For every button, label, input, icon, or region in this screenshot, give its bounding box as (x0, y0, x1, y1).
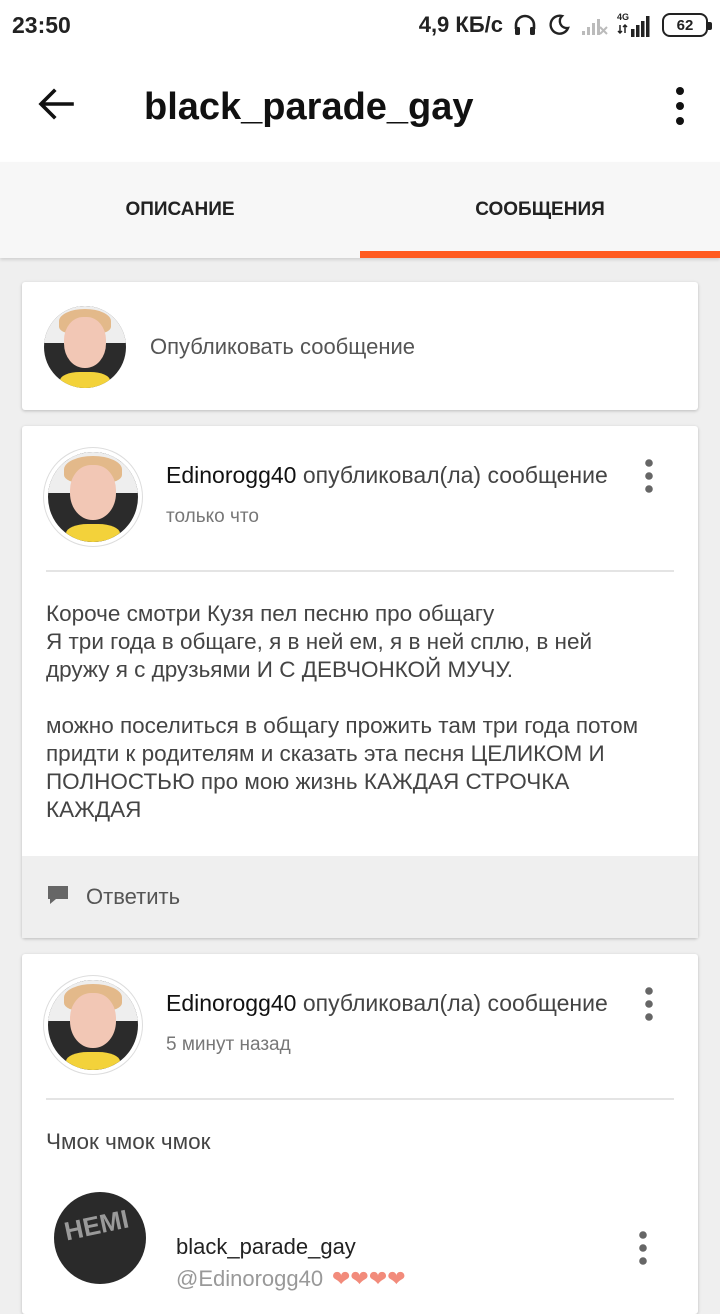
status-icons: 4,9 КБ/с 4G 62 (418, 10, 712, 40)
app-bar: black_parade_gay (0, 50, 720, 162)
reply-author[interactable]: black_parade_gay (176, 1234, 356, 1260)
tab-bar: ОПИСАНИЕ СООБЩЕНИЯ (0, 162, 720, 258)
post-body: Короче смотри Кузя пел песню про общагу … (46, 601, 639, 822)
avatar[interactable] (44, 976, 142, 1074)
post-menu-icon[interactable] (644, 986, 654, 1022)
svg-text:4G: 4G (617, 12, 629, 22)
reply-menu-icon[interactable] (638, 1230, 648, 1266)
moon-icon (549, 14, 570, 35)
more-options-icon[interactable] (674, 86, 686, 126)
publish-message-prompt[interactable]: Опубликовать сообщение (150, 334, 415, 360)
post-body: Чмок чмок чмок (46, 1129, 211, 1154)
post-timestamp: 5 минут назад (166, 1034, 291, 1055)
page-title: black_parade_gay (144, 86, 474, 128)
headphones-icon (514, 14, 536, 35)
wifi-signal-off-icon (582, 19, 608, 35)
reply-label: Ответить (86, 884, 181, 909)
heart-emojis: ❤❤❤❤ (332, 1266, 406, 1291)
status-time: 23:50 (12, 12, 71, 38)
reply-mention[interactable]: @Edinorogg40 (176, 1266, 323, 1292)
comment-icon (48, 886, 68, 904)
tab-description[interactable]: ОПИСАНИЕ (0, 162, 360, 258)
net-speed: 4,9 КБ/с (418, 12, 503, 37)
post-author-line: Edinorogg40 опубликовал(ла) сообщение (166, 462, 608, 489)
post-menu-icon[interactable] (644, 458, 654, 494)
post-timestamp: только что (166, 506, 259, 527)
tab-messages[interactable]: СООБЩЕНИЯ (360, 162, 720, 258)
avatar (44, 306, 126, 388)
avatar-artwork: HEMI (61, 1203, 132, 1247)
divider (46, 1098, 674, 1100)
post-action: опубликовал(ла) сообщение (302, 990, 608, 1016)
reply-avatar[interactable]: HEMI (54, 1192, 146, 1284)
post-action: опубликовал(ла) сообщение (302, 462, 608, 488)
post-author[interactable]: Edinorogg40 (166, 990, 296, 1016)
message-post: Edinorogg40 опубликовал(ла) сообщение то… (22, 426, 698, 938)
status-bar: 23:50 4,9 КБ/с 4G 62 (0, 0, 720, 50)
publish-message-card[interactable]: Опубликовать сообщение (22, 282, 698, 410)
message-post: Edinorogg40 опубликовал(ла) сообщение 5 … (22, 954, 698, 1314)
avatar[interactable] (44, 448, 142, 546)
back-arrow-icon[interactable] (34, 82, 78, 126)
cell-signal-icon: 4G (617, 12, 650, 37)
post-author-line: Edinorogg40 опубликовал(ла) сообщение (166, 990, 608, 1017)
divider (46, 570, 674, 572)
reply-button[interactable]: Ответить (22, 856, 698, 938)
battery-indicator: 62 (662, 13, 712, 37)
post-author[interactable]: Edinorogg40 (166, 462, 296, 488)
